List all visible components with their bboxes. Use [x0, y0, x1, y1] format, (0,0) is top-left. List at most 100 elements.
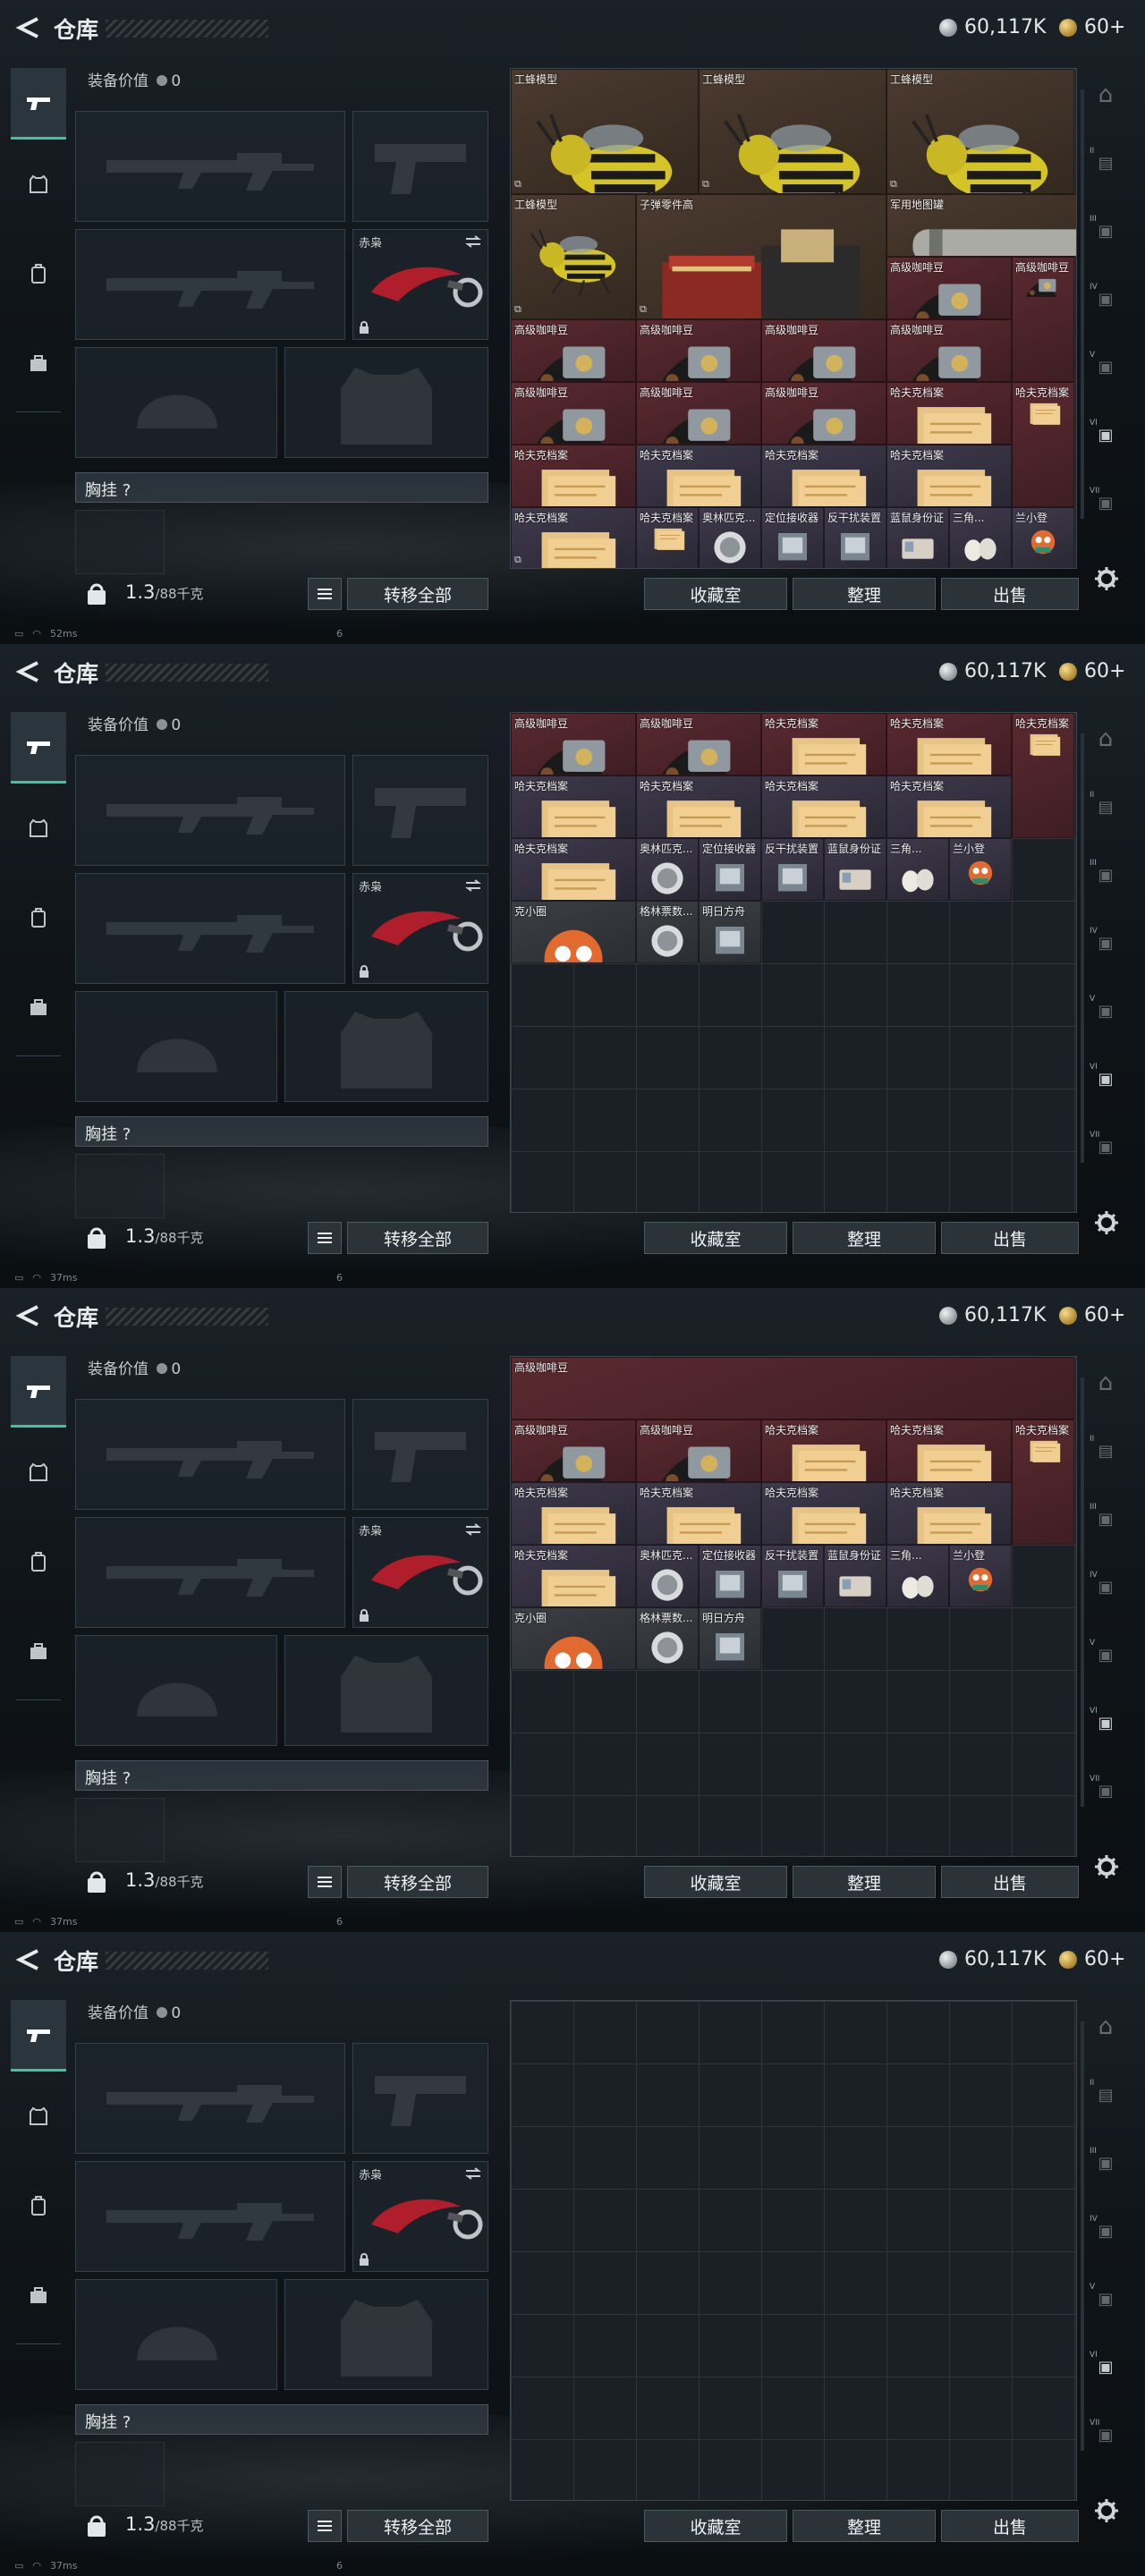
- melee-slot[interactable]: 赤枭: [352, 873, 488, 984]
- stash-page-4[interactable]: ▣ IV: [1088, 1569, 1124, 1605]
- backpack-slot[interactable]: [75, 1154, 165, 1218]
- stash-item-medal[interactable]: 格林票数...: [636, 1607, 699, 1670]
- stash-item-row-coffee[interactable]: 高级咖啡豆: [511, 1357, 1074, 1419]
- list-view-button[interactable]: [308, 2510, 342, 2542]
- nav-armor[interactable]: [11, 148, 66, 220]
- stash-item-coffee[interactable]: 高级咖啡豆: [761, 382, 886, 445]
- stash-item-file[interactable]: 哈夫克档案: [886, 1482, 1012, 1545]
- stash-item-device[interactable]: 定位接收器: [699, 838, 761, 901]
- nav-weapons[interactable]: [11, 2000, 66, 2072]
- armor-slot[interactable]: [284, 347, 488, 458]
- stash-item-coffee[interactable]: 高级咖啡豆: [636, 713, 761, 775]
- stash-item-medal[interactable]: 奥林匹克...: [636, 838, 699, 901]
- swap-icon[interactable]: [464, 235, 482, 248]
- stash-item-medal[interactable]: 奥林匹克...: [699, 507, 761, 568]
- stash-item-file[interactable]: 哈夫克档案: [636, 1482, 761, 1545]
- stash-page-5[interactable]: ▣ V: [1088, 2281, 1124, 2317]
- stash-item-coffee[interactable]: 高级咖啡豆: [511, 1419, 636, 1482]
- stash-page-3[interactable]: ▣ III: [1088, 2145, 1124, 2181]
- stash-item-parts[interactable]: 子弹零件高 ⧉: [636, 194, 886, 319]
- collection-room-button[interactable]: 收藏室: [644, 578, 787, 610]
- stash-page-3[interactable]: ▣ III: [1088, 1501, 1124, 1537]
- stash-page-1[interactable]: ⌂: [1088, 721, 1124, 757]
- pistol-slot[interactable]: [352, 1399, 488, 1510]
- stash-page-6[interactable]: ▣ VI: [1088, 1705, 1124, 1741]
- stash-item-file[interactable]: 哈夫克档案: [1012, 382, 1074, 507]
- transfer-all-button[interactable]: 转移全部: [347, 1222, 488, 1254]
- gold-currency[interactable]: 60+: [1059, 16, 1125, 38]
- stash-page-6[interactable]: ▣ VI: [1088, 417, 1124, 453]
- stash-scrollbar[interactable]: [1081, 2021, 1084, 2451]
- stash-item-file[interactable]: 哈夫克档案: [886, 382, 1012, 445]
- sell-button[interactable]: 出售: [941, 2510, 1079, 2542]
- stash-item-file[interactable]: 哈夫克档案: [886, 445, 1012, 507]
- armor-slot[interactable]: [284, 991, 488, 1102]
- pistol-slot[interactable]: [352, 2043, 488, 2154]
- list-view-button[interactable]: [308, 1866, 342, 1898]
- stash-item-file[interactable]: 哈夫克档案: [636, 775, 761, 838]
- silver-currency[interactable]: 60,117K: [939, 1948, 1046, 1970]
- nav-weapons[interactable]: [11, 712, 66, 784]
- stash-page-1[interactable]: ⌂: [1088, 77, 1124, 113]
- gear-icon[interactable]: [1093, 1853, 1120, 1880]
- secondary-weapon-slot[interactable]: [75, 229, 345, 340]
- stash-item-file[interactable]: 哈夫克档案: [636, 507, 699, 568]
- pistol-slot[interactable]: [352, 111, 488, 222]
- gold-currency[interactable]: 60+: [1059, 1304, 1125, 1326]
- stash-item-card[interactable]: 蓝鼠身份证: [824, 838, 886, 901]
- melee-slot[interactable]: 赤枭: [352, 1517, 488, 1628]
- gold-currency[interactable]: 60+: [1059, 660, 1125, 682]
- stash-page-1[interactable]: ⌂: [1088, 1365, 1124, 1401]
- organize-button[interactable]: 整理: [793, 1866, 936, 1898]
- stash-item-file[interactable]: 哈夫克档案: [511, 838, 636, 901]
- back-icon[interactable]: [13, 1946, 43, 1973]
- stash-page-7[interactable]: ▣ VII: [1088, 485, 1124, 521]
- helmet-slot[interactable]: [75, 1635, 277, 1746]
- stash-page-4[interactable]: ▣ IV: [1088, 281, 1124, 317]
- stash-item-card[interactable]: 蓝鼠身份证: [886, 507, 949, 568]
- stash-item-bee[interactable]: 工蜂模型 ⧉: [886, 69, 1074, 194]
- stash-grid[interactable]: [510, 2000, 1077, 2501]
- stash-item-file[interactable]: 哈夫克档案: [1012, 713, 1074, 838]
- stash-page-2[interactable]: ▤ II: [1088, 789, 1124, 825]
- stash-page-6[interactable]: ▣ VI: [1088, 1061, 1124, 1097]
- silver-currency[interactable]: 60,117K: [939, 1304, 1046, 1326]
- stash-page-5[interactable]: ▣ V: [1088, 993, 1124, 1029]
- gold-currency[interactable]: 60+: [1059, 1948, 1125, 1970]
- stash-item-coffee[interactable]: 高级咖啡豆: [886, 319, 1012, 382]
- stash-item-toy[interactable]: 兰小登: [949, 838, 1012, 901]
- stash-item-file[interactable]: 哈夫克档案: [636, 445, 761, 507]
- nav-backpack[interactable]: [11, 238, 66, 309]
- swap-icon[interactable]: [464, 2167, 482, 2180]
- backpack-slot[interactable]: [75, 2442, 165, 2506]
- stash-item-file[interactable]: 哈夫克档案: [1012, 1419, 1074, 1545]
- stash-item-eggs[interactable]: 三角...: [949, 507, 1012, 568]
- stash-item-eggs[interactable]: 三角...: [886, 1545, 949, 1607]
- gear-icon[interactable]: [1093, 1209, 1120, 1236]
- chest-rig-slot[interactable]: 胸挂 ?: [75, 1760, 488, 1791]
- stash-item-toy[interactable]: 兰小登: [949, 1545, 1012, 1607]
- stash-page-5[interactable]: ▣ V: [1088, 349, 1124, 385]
- stash-item-device[interactable]: 反干扰装置: [761, 1545, 824, 1607]
- stash-item-file[interactable]: 哈夫克档案: [511, 445, 636, 507]
- nav-backpack[interactable]: [11, 1526, 66, 1597]
- stash-item-coffee[interactable]: 高级咖啡豆: [511, 382, 636, 445]
- gear-icon[interactable]: [1093, 565, 1120, 592]
- stash-item-coffee[interactable]: 高级咖啡豆: [1012, 257, 1074, 382]
- nav-case[interactable]: [11, 327, 66, 399]
- helmet-slot[interactable]: [75, 347, 277, 458]
- sell-button[interactable]: 出售: [941, 578, 1079, 610]
- stash-item-coffee[interactable]: 高级咖啡豆: [886, 257, 1012, 319]
- nav-armor[interactable]: [11, 792, 66, 864]
- secondary-weapon-slot[interactable]: [75, 2161, 345, 2272]
- organize-button[interactable]: 整理: [793, 1222, 936, 1254]
- collection-room-button[interactable]: 收藏室: [644, 2510, 787, 2542]
- transfer-all-button[interactable]: 转移全部: [347, 578, 488, 610]
- stash-item-bee[interactable]: 工蜂模型 ⧉: [511, 194, 636, 319]
- helmet-slot[interactable]: [75, 991, 277, 1102]
- stash-item-bee[interactable]: 工蜂模型 ⧉: [699, 69, 886, 194]
- stash-item-coffee[interactable]: 高级咖啡豆: [636, 319, 761, 382]
- nav-case[interactable]: [11, 2259, 66, 2331]
- stash-grid[interactable]: 高级咖啡豆 高级咖啡豆 哈夫克档案 哈夫克档案 哈夫克档案 哈夫克档案 哈夫克档案 哈夫克档案…: [510, 712, 1077, 1213]
- stash-item-device[interactable]: 定位接收器: [761, 507, 824, 568]
